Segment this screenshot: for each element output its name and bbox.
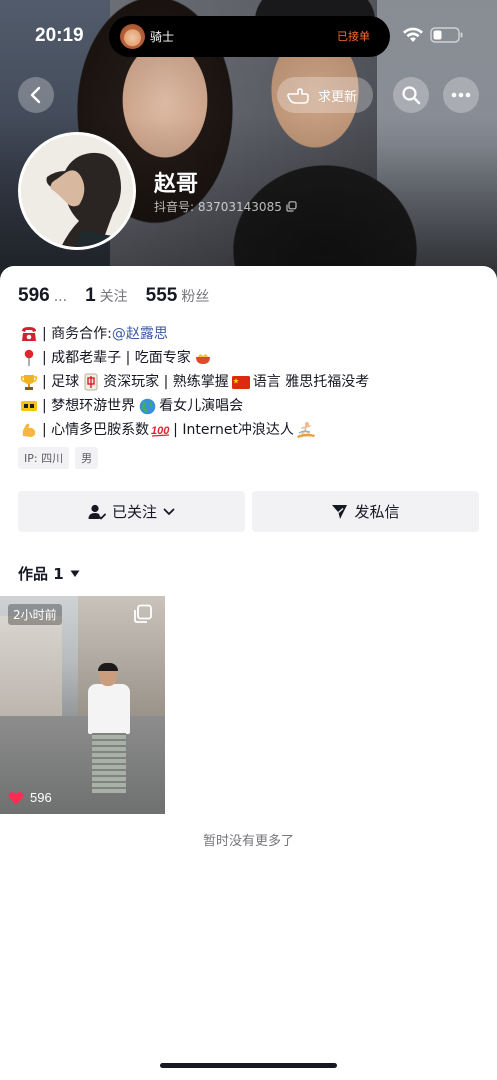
- home-indicator[interactable]: [160, 1063, 337, 1068]
- bio-line-location: | 成都老辈子 | 吃面专家: [18, 346, 488, 370]
- search-icon: [402, 86, 421, 105]
- profile-avatar[interactable]: [18, 132, 136, 250]
- hundred-points-icon: 100: [151, 421, 171, 439]
- douyin-id-text: 抖音号: 83703143085: [154, 200, 282, 214]
- hand-pointer-icon: [287, 88, 309, 104]
- douyin-id[interactable]: 抖音号: 83703143085: [154, 198, 297, 215]
- chevron-down-icon: [163, 508, 175, 515]
- thumb-person-shirt: [88, 684, 130, 734]
- status-time: 20:19: [35, 25, 84, 46]
- trophy-icon: [18, 372, 40, 392]
- noodle-bowl-icon: [193, 349, 213, 367]
- copy-icon[interactable]: [286, 201, 297, 212]
- bio-line-business: | 商务合作: @赵露思: [18, 322, 488, 346]
- stat-followers[interactable]: 555 粉丝: [146, 285, 210, 307]
- stat-followers-number: 555: [145, 285, 178, 306]
- bio-hobbies-text-c: 语言 雅思托福没考: [252, 374, 370, 390]
- caret-down-icon: [70, 570, 80, 577]
- back-button[interactable]: [18, 77, 54, 113]
- bio-mood-text-a: | 心情多巴胺系数: [42, 422, 150, 438]
- bio-hobbies-text-a: | 足球: [42, 374, 80, 390]
- island-avatar: [120, 24, 145, 49]
- more-dots-icon: [451, 92, 471, 98]
- video-thumbnail[interactable]: 2小时前 596: [0, 596, 165, 814]
- request-update-label: 求更新: [318, 89, 358, 105]
- stat-likes[interactable]: 596 ...: [18, 285, 67, 307]
- paper-plane-icon: [332, 505, 348, 519]
- stat-followers-label: 粉丝: [181, 289, 210, 305]
- stat-following-label: 关注: [99, 289, 128, 305]
- pin-icon: [18, 348, 40, 368]
- thumb-building-left: [0, 616, 62, 726]
- telephone-icon: [18, 324, 40, 344]
- bio-location-text: | 成都老辈子 | 吃面专家: [42, 350, 191, 366]
- chevron-left-icon: [30, 86, 41, 104]
- send-message-label: 发私信: [354, 503, 400, 521]
- gender-tag: 男: [75, 447, 99, 469]
- search-button[interactable]: [393, 77, 429, 113]
- heart-icon: [8, 791, 24, 804]
- surfer-icon: [296, 421, 316, 439]
- bio-line-mood: | 心情多巴胺系数 100 | Internet冲浪达人: [18, 418, 488, 442]
- profile-name: 赵哥: [154, 172, 199, 197]
- following-label: 已关注: [111, 503, 157, 521]
- profile-sheet: 596 ... 1 关注 555 粉丝 | 商务合作: @赵露思 | 成都老辈子…: [0, 266, 497, 1080]
- thumb-person-cap: [98, 663, 118, 671]
- stat-following[interactable]: 1 关注: [85, 285, 128, 307]
- battery-icon: [430, 27, 463, 43]
- wifi-icon: [403, 27, 423, 42]
- bio-line-hobbies: | 足球 资深玩家 | 熟练掌握 语言 雅思托福没考: [18, 370, 488, 394]
- thumb-likes: 596: [8, 790, 52, 805]
- bio-mood-text-b: | Internet冲浪达人: [173, 422, 294, 438]
- globe-icon: [137, 397, 157, 415]
- stat-likes-number: 596: [18, 285, 50, 306]
- thumb-likes-count: 596: [30, 790, 52, 805]
- stat-following-number: 1: [85, 285, 96, 306]
- dynamic-island[interactable]: 骑士 已接单: [109, 16, 390, 57]
- send-message-button[interactable]: 发私信: [252, 491, 479, 532]
- user-check-icon: [88, 504, 106, 519]
- no-more-content-text: 暂时没有更多了: [202, 834, 294, 849]
- bio-dream-text-b: 看女儿演唱会: [159, 398, 244, 414]
- action-buttons: 已关注 发私信: [18, 491, 479, 532]
- thumb-post-time: 2小时前: [8, 604, 62, 625]
- china-flag-icon: [231, 373, 251, 391]
- avatar-portrait: [21, 135, 133, 247]
- island-app-name: 骑士: [150, 30, 175, 44]
- stats-row: 596 ... 1 关注 555 粉丝: [18, 285, 227, 307]
- island-status: 已接单: [337, 30, 370, 43]
- profile-bio: | 商务合作: @赵露思 | 成都老辈子 | 吃面专家 | 足球 资深玩家 | …: [18, 322, 488, 442]
- multi-image-icon: [134, 604, 152, 623]
- request-update-button[interactable]: 求更新: [277, 77, 373, 113]
- ticket-icon: [18, 396, 40, 416]
- profile-tags: IP: 四川 男: [18, 447, 99, 469]
- following-button[interactable]: 已关注: [18, 491, 245, 532]
- bio-business-text: | 商务合作:: [42, 326, 112, 342]
- stat-likes-label: ...: [53, 289, 68, 305]
- bio-mention-link[interactable]: @赵露思: [112, 322, 168, 346]
- more-button[interactable]: [443, 77, 479, 113]
- flexed-biceps-icon: [18, 420, 40, 440]
- works-tab[interactable]: 作品 1: [18, 563, 80, 584]
- bio-hobbies-text-b: 资深玩家 | 熟练掌握: [103, 374, 229, 390]
- ip-location-tag: IP: 四川: [18, 447, 70, 469]
- bio-dream-text-a: | 梦想环游世界: [42, 398, 136, 414]
- mahjong-tile-icon: [81, 373, 101, 391]
- bio-line-dream: | 梦想环游世界 看女儿演唱会: [18, 394, 488, 418]
- works-tab-label: 作品 1: [18, 565, 64, 583]
- thumb-person-pants: [92, 733, 126, 793]
